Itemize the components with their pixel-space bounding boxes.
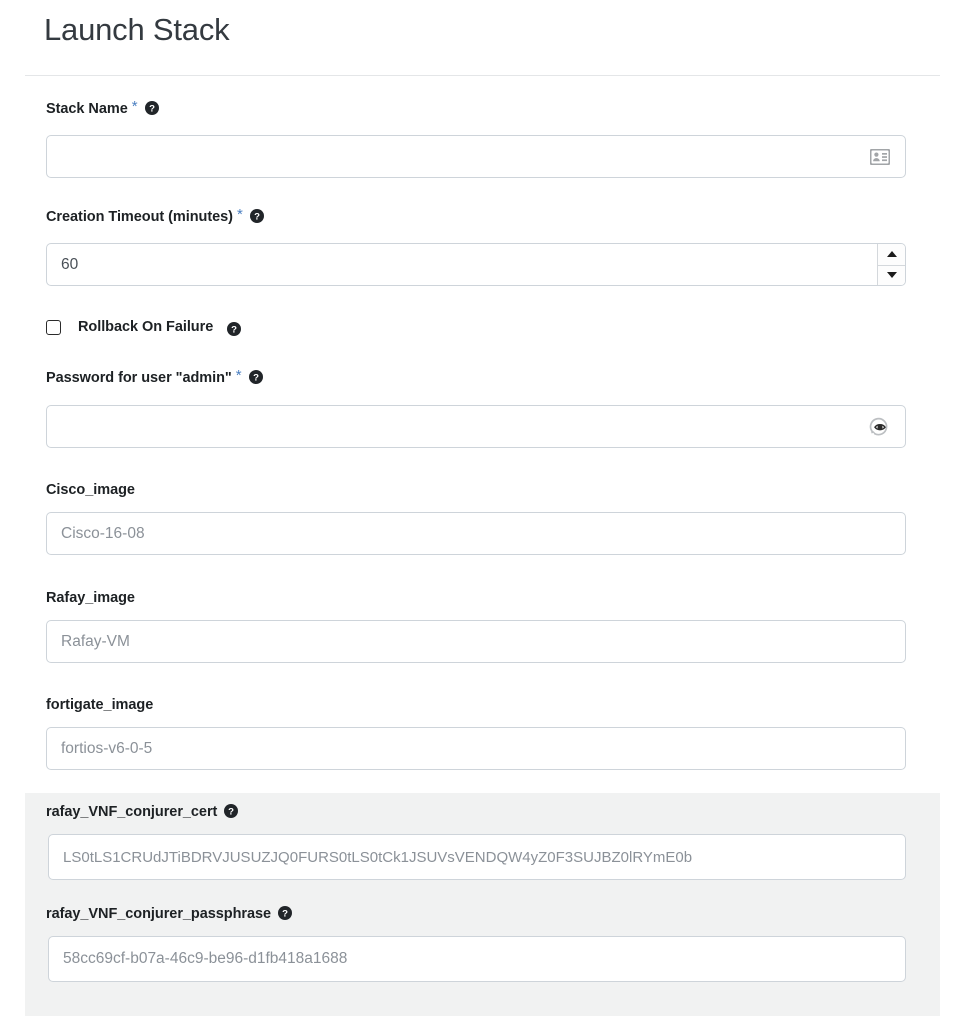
svg-text:?: ? bbox=[228, 807, 234, 818]
stack-name-input[interactable] bbox=[46, 135, 906, 178]
rafay-vnf-conjurer-cert-input[interactable] bbox=[48, 834, 906, 880]
help-circle-icon[interactable]: ? bbox=[144, 101, 159, 115]
creation-timeout-label-text: Creation Timeout (minutes) bbox=[46, 209, 233, 225]
rafay-vnf-conjurer-cert-input-wrap bbox=[48, 834, 906, 880]
page-title: Launch Stack bbox=[44, 12, 230, 47]
admin-password-input[interactable] bbox=[46, 405, 906, 448]
caret-down-icon[interactable] bbox=[878, 264, 905, 285]
svg-text:?: ? bbox=[231, 325, 237, 336]
rafay-image-label: Rafay_image bbox=[46, 589, 906, 607]
stack-name-label-text: Stack Name bbox=[46, 101, 128, 117]
rafay-vnf-conjurer-passphrase-label-text: rafay_VNF_conjurer_passphrase bbox=[46, 906, 272, 922]
fortigate-image-label-text: fortigate_image bbox=[46, 697, 154, 713]
help-circle-icon[interactable]: ? bbox=[249, 209, 264, 223]
rafay-vnf-conjurer-passphrase-label: rafay_VNF_conjurer_passphrase ? bbox=[46, 905, 906, 923]
fortigate-image-input[interactable] bbox=[46, 727, 906, 770]
field-admin-password: Password for user "admin" * ? bbox=[46, 367, 906, 387]
cisco-image-input[interactable] bbox=[46, 512, 906, 555]
required-asterisk: * bbox=[235, 367, 242, 384]
rafay-image-input-wrap bbox=[46, 620, 906, 663]
field-stack-name: Stack Name * ? bbox=[46, 98, 906, 118]
title-divider bbox=[25, 75, 940, 76]
number-spinner[interactable] bbox=[877, 244, 905, 285]
rafay-vnf-conjurer-passphrase-input[interactable] bbox=[48, 936, 906, 982]
cisco-image-label-text: Cisco_image bbox=[46, 482, 135, 498]
rafay-vnf-conjurer-cert-label: rafay_VNF_conjurer_cert ? bbox=[46, 803, 906, 821]
cisco-image-input-wrap bbox=[46, 512, 906, 555]
field-cisco-image: Cisco_image bbox=[46, 481, 906, 499]
field-rafay-image: Rafay_image bbox=[46, 589, 906, 607]
field-rafay-vnf-conjurer-cert: rafay_VNF_conjurer_cert ? bbox=[46, 803, 906, 821]
caret-up-icon[interactable] bbox=[878, 244, 905, 265]
field-rafay-vnf-conjurer-passphrase: rafay_VNF_conjurer_passphrase ? bbox=[46, 905, 906, 923]
field-rollback-on-failure: Rollback On Failure ? bbox=[46, 319, 242, 336]
field-creation-timeout: Creation Timeout (minutes) * ? bbox=[46, 206, 906, 226]
help-circle-icon[interactable]: ? bbox=[278, 906, 293, 920]
eye-reveal-icon[interactable] bbox=[867, 416, 893, 438]
svg-text:?: ? bbox=[282, 909, 288, 920]
rafay-image-input[interactable] bbox=[46, 620, 906, 663]
required-asterisk: * bbox=[131, 98, 138, 115]
fortigate-image-input-wrap bbox=[46, 727, 906, 770]
rafay-image-label-text: Rafay_image bbox=[46, 590, 135, 606]
svg-text:?: ? bbox=[254, 212, 260, 223]
help-circle-icon[interactable]: ? bbox=[248, 370, 263, 384]
required-asterisk: * bbox=[236, 206, 243, 223]
help-circle-icon[interactable]: ? bbox=[227, 322, 242, 336]
field-fortigate-image: fortigate_image bbox=[46, 696, 906, 714]
cisco-image-label: Cisco_image bbox=[46, 481, 906, 499]
rollback-on-failure-label: Rollback On Failure bbox=[78, 319, 214, 335]
rafay-vnf-conjurer-passphrase-input-wrap bbox=[48, 936, 906, 982]
admin-password-input-wrap bbox=[46, 405, 906, 448]
launch-stack-page: Launch Stack Stack Name * ? Creation Tim… bbox=[0, 0, 966, 1016]
help-circle-icon[interactable]: ? bbox=[224, 804, 239, 818]
admin-password-label-text: Password for user "admin" bbox=[46, 370, 232, 386]
stack-name-label: Stack Name * ? bbox=[46, 98, 906, 118]
checkbox-unchecked-icon[interactable] bbox=[46, 319, 61, 335]
svg-text:?: ? bbox=[149, 104, 155, 115]
creation-timeout-input-wrap bbox=[46, 243, 906, 286]
id-card-icon[interactable] bbox=[867, 146, 893, 168]
creation-timeout-input[interactable] bbox=[46, 243, 906, 286]
creation-timeout-label: Creation Timeout (minutes) * ? bbox=[46, 206, 906, 226]
admin-password-label: Password for user "admin" * ? bbox=[46, 367, 906, 387]
fortigate-image-label: fortigate_image bbox=[46, 696, 906, 714]
stack-name-input-wrap bbox=[46, 135, 906, 178]
svg-text:?: ? bbox=[253, 373, 259, 384]
rafay-vnf-conjurer-cert-label-text: rafay_VNF_conjurer_cert bbox=[46, 804, 218, 820]
